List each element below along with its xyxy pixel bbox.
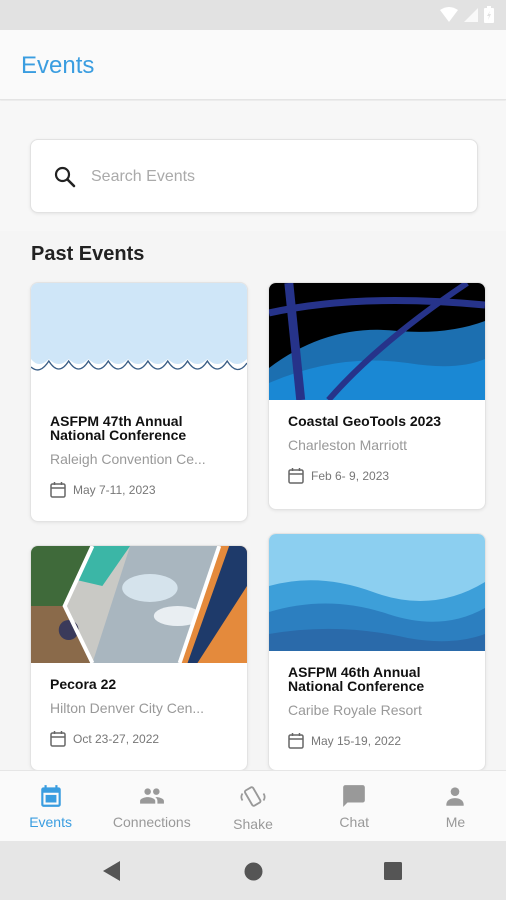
nav-item-connections[interactable]: Connections: [101, 771, 202, 841]
page-title: Events: [21, 52, 95, 79]
search-input[interactable]: [91, 164, 451, 190]
battery-icon: [484, 6, 494, 23]
section-title: Past Events: [31, 243, 145, 265]
calendar-icon: [50, 731, 66, 747]
nav-label: Connections: [112, 814, 191, 830]
event-venue: Charleston Marriott: [288, 437, 408, 453]
event-card[interactable]: Pecora 22 Hilton Denver City Cen... Oct …: [30, 545, 248, 771]
signal-icon: [464, 7, 478, 22]
event-date-row: May 15-19, 2022: [288, 732, 467, 749]
event-card-body: ASFPM 46th Annual National Conference Ca…: [269, 651, 485, 749]
event-image-water: [269, 534, 485, 651]
nav-item-shake[interactable]: Shake: [202, 771, 303, 841]
event-card[interactable]: Coastal GeoTools 2023 Charleston Marriot…: [268, 282, 486, 510]
nav-item-me[interactable]: Me: [405, 771, 506, 841]
search-box[interactable]: [30, 139, 478, 213]
nav-label: Shake: [233, 816, 273, 832]
chat-icon: [343, 785, 366, 807]
event-card-body: ASFPM 47th Annual National Conference Ra…: [31, 400, 247, 498]
event-venue: Hilton Denver City Cen...: [50, 700, 205, 716]
event-date: Feb 6- 9, 2023: [311, 468, 390, 483]
app-bar: Events: [0, 30, 506, 100]
search-area: [0, 101, 506, 231]
event-venue: Raleigh Convention Ce...: [50, 451, 206, 467]
event-title: Pecora 22: [50, 676, 117, 692]
event-title: ASFPM 46th Annual National Conference: [288, 664, 425, 694]
event-card[interactable]: ASFPM 46th Annual National Conference Ca…: [268, 533, 486, 771]
search-icon: [54, 166, 76, 188]
nav-label: Events: [29, 814, 72, 830]
nav-item-chat[interactable]: Chat: [304, 771, 405, 841]
event-venue: Caribe Royale Resort: [288, 702, 422, 718]
event-card-body: Pecora 22 Hilton Denver City Cen... Oct …: [31, 663, 247, 747]
calendar-icon: [288, 733, 304, 749]
event-date-row: Oct 23-27, 2022: [50, 730, 229, 747]
event-image-map: [269, 283, 485, 400]
shake-phone-icon: [240, 786, 266, 807]
nav-label: Chat: [339, 814, 369, 830]
wifi-icon: [440, 6, 458, 22]
event-date: Oct 23-27, 2022: [73, 731, 160, 746]
event-card-body: Coastal GeoTools 2023 Charleston Marriot…: [269, 400, 485, 484]
event-image-collage: [31, 546, 247, 663]
event-title: ASFPM 47th Annual National Conference: [50, 413, 187, 443]
event-date-row: May 7-11, 2023: [50, 481, 229, 498]
back-icon[interactable]: [103, 861, 121, 881]
event-date-row: Feb 6- 9, 2023: [288, 467, 467, 484]
bottom-navigation: Events Connections Shake Chat Me: [0, 770, 506, 841]
calendar-icon: [50, 482, 66, 498]
event-date: May 7-11, 2023: [73, 482, 156, 497]
status-icons: [440, 6, 494, 23]
status-bar: [0, 0, 506, 30]
recents-icon[interactable]: [384, 862, 402, 880]
nav-label: Me: [445, 814, 466, 830]
home-icon[interactable]: [244, 862, 263, 881]
nav-item-events[interactable]: Events: [0, 771, 101, 841]
event-image-waves: [31, 283, 247, 400]
event-date: May 15-19, 2022: [311, 733, 402, 748]
event-title: Coastal GeoTools 2023: [288, 413, 442, 429]
people-icon: [139, 788, 164, 804]
event-card[interactable]: ASFPM 47th Annual National Conference Ra…: [30, 282, 248, 522]
person-icon: [446, 787, 465, 806]
calendar-icon: [40, 785, 61, 807]
system-navigation-bar: [0, 841, 506, 900]
calendar-icon: [288, 468, 304, 484]
